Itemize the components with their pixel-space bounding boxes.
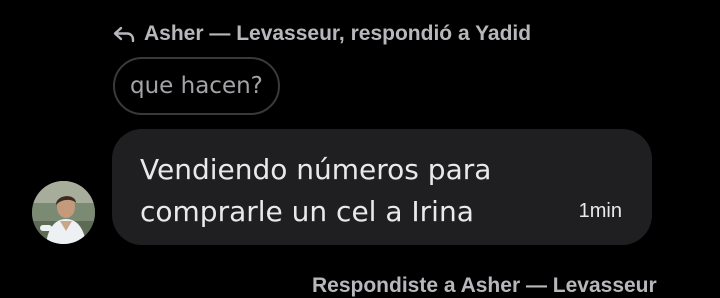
- quoted-message[interactable]: que hacen?: [113, 57, 280, 115]
- reply-arrow-icon: [112, 22, 136, 46]
- next-reply-context-text: Respondiste a Asher — Levasseur: [312, 274, 657, 297]
- message-timestamp: 1min: [578, 200, 622, 222]
- reply-context: Asher — Levasseur, respondió a Yadid: [112, 22, 531, 46]
- reply-context-text: Asher — Levasseur, respondió a Yadid: [144, 22, 532, 45]
- quoted-message-text: que hacen?: [130, 73, 263, 99]
- avatar[interactable]: [32, 181, 95, 244]
- next-reply-context: Respondiste a Asher — Levasseur: [312, 274, 657, 298]
- message-bubble[interactable]: Vendiendo números para comprarle un cel …: [112, 129, 652, 245]
- message-text: Vendiendo números para comprarle un cel …: [140, 153, 492, 228]
